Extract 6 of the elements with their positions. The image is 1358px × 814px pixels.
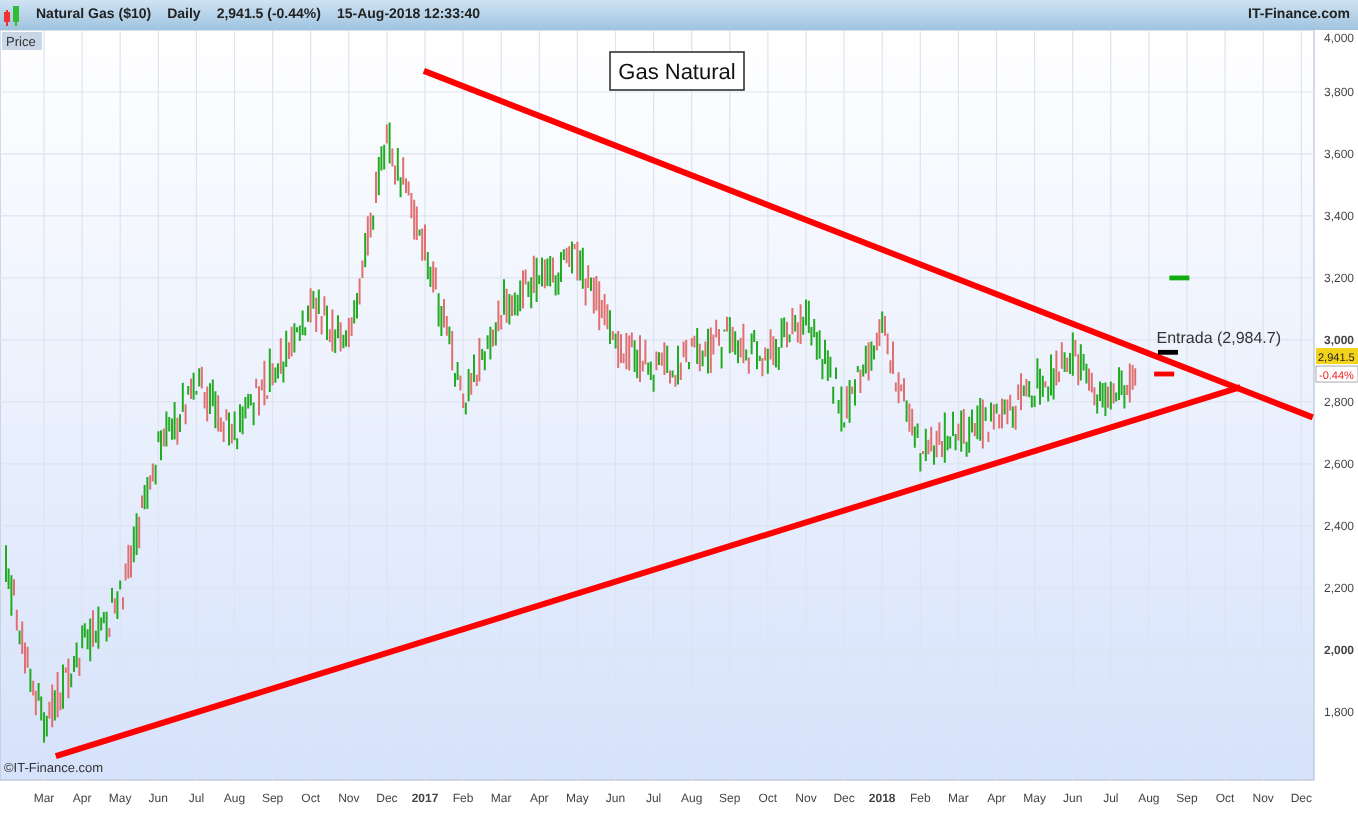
target-marker [1169, 275, 1190, 281]
entry-marker [1157, 349, 1178, 355]
stop-marker [1154, 371, 1175, 377]
entry-label: Entrada (2,984.7) [1156, 328, 1282, 347]
chart-title: Gas Natural [609, 51, 745, 91]
candles-icon [4, 5, 20, 25]
